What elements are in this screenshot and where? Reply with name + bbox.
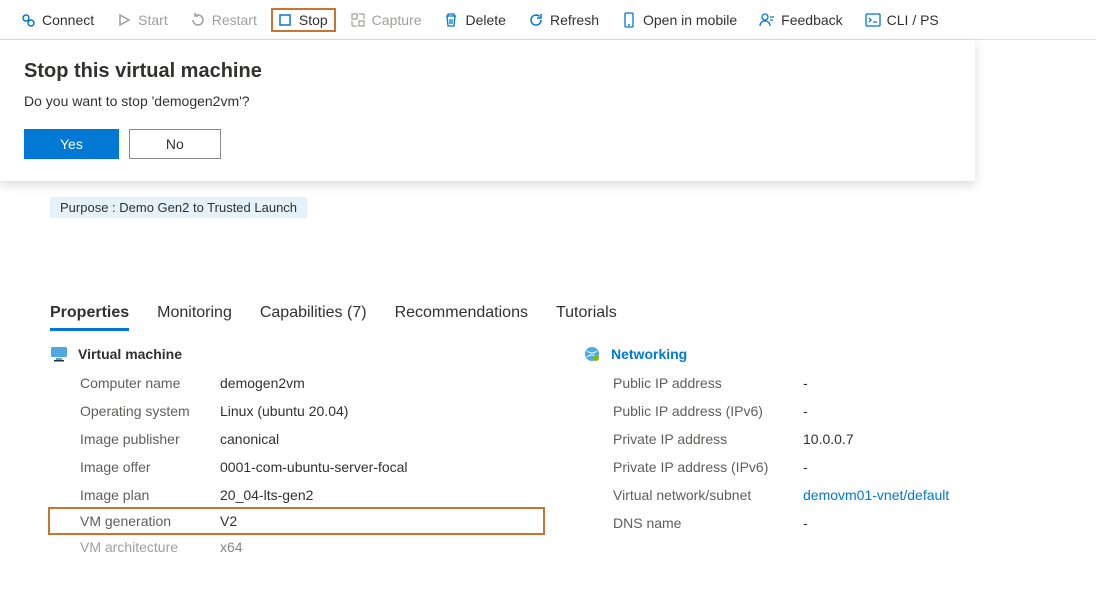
offer-key: Image offer bbox=[50, 459, 220, 475]
globe-icon bbox=[583, 345, 601, 363]
connect-button[interactable]: Connect bbox=[12, 8, 102, 32]
row-public-ip6: Public IP address (IPv6) - bbox=[583, 397, 1076, 425]
tab-properties[interactable]: Properties bbox=[50, 298, 129, 331]
capture-icon bbox=[350, 12, 366, 28]
tab-capabilities[interactable]: Capabilities (7) bbox=[260, 298, 367, 331]
row-operating-system: Operating system Linux (ubuntu 20.04) bbox=[50, 397, 543, 425]
cli-label: CLI / PS bbox=[887, 12, 939, 28]
private-ip6-key: Private IP address (IPv6) bbox=[583, 459, 803, 475]
start-button[interactable]: Start bbox=[108, 8, 176, 32]
architecture-key: VM architecture bbox=[50, 539, 220, 555]
no-button[interactable]: No bbox=[129, 129, 221, 159]
dialog-buttons: Yes No bbox=[24, 129, 951, 159]
row-image-plan: Image plan 20_04-lts-gen2 bbox=[50, 481, 543, 509]
open-mobile-label: Open in mobile bbox=[643, 12, 737, 28]
monitor-icon bbox=[50, 345, 68, 363]
mobile-icon bbox=[621, 12, 637, 28]
dialog-message: Do you want to stop 'demogen2vm'? bbox=[24, 93, 951, 109]
publisher-key: Image publisher bbox=[50, 431, 220, 447]
generation-key: VM generation bbox=[50, 513, 220, 529]
start-label: Start bbox=[138, 12, 168, 28]
public-ip-key: Public IP address bbox=[583, 375, 803, 391]
tags-row: Purpose : Demo Gen2 to Trusted Launch bbox=[50, 197, 307, 218]
vm-column: Virtual machine Computer name demogen2vm… bbox=[50, 345, 543, 561]
row-vm-architecture: VM architecture x64 bbox=[50, 533, 543, 561]
row-public-ip: Public IP address - bbox=[583, 369, 1076, 397]
stop-button[interactable]: Stop bbox=[271, 8, 336, 32]
feedback-icon bbox=[759, 12, 775, 28]
cli-button[interactable]: CLI / PS bbox=[857, 8, 947, 32]
dialog-title: Stop this virtual machine bbox=[24, 60, 951, 83]
feedback-button[interactable]: Feedback bbox=[751, 8, 850, 32]
refresh-label: Refresh bbox=[550, 12, 599, 28]
vm-section-title: Virtual machine bbox=[78, 346, 182, 362]
computer-name-value: demogen2vm bbox=[220, 375, 305, 391]
row-image-offer: Image offer 0001-com-ubuntu-server-focal bbox=[50, 453, 543, 481]
private-ip-key: Private IP address bbox=[583, 431, 803, 447]
publisher-value: canonical bbox=[220, 431, 279, 447]
restart-button[interactable]: Restart bbox=[182, 8, 265, 32]
yes-button[interactable]: Yes bbox=[24, 129, 119, 159]
stop-icon bbox=[277, 12, 293, 28]
private-ip6-value: - bbox=[803, 459, 808, 475]
row-dns-name: DNS name - bbox=[583, 509, 1076, 537]
restart-label: Restart bbox=[212, 12, 257, 28]
tab-tutorials[interactable]: Tutorials bbox=[556, 298, 617, 331]
row-image-publisher: Image publisher canonical bbox=[50, 425, 543, 453]
tab-recommendations[interactable]: Recommendations bbox=[395, 298, 528, 331]
stop-label: Stop bbox=[299, 12, 328, 28]
properties-content: Virtual machine Computer name demogen2vm… bbox=[50, 345, 1076, 561]
public-ip6-key: Public IP address (IPv6) bbox=[583, 403, 803, 419]
public-ip6-value: - bbox=[803, 403, 808, 419]
computer-name-key: Computer name bbox=[50, 375, 220, 391]
feedback-label: Feedback bbox=[781, 12, 842, 28]
dns-value: - bbox=[803, 515, 808, 531]
connect-icon bbox=[20, 12, 36, 28]
delete-label: Delete bbox=[465, 12, 505, 28]
cli-icon bbox=[865, 12, 881, 28]
refresh-icon bbox=[528, 12, 544, 28]
os-value: Linux (ubuntu 20.04) bbox=[220, 403, 348, 419]
tabs-bar: Properties Monitoring Capabilities (7) R… bbox=[50, 298, 1076, 331]
plan-value: 20_04-lts-gen2 bbox=[220, 487, 313, 503]
stop-confirm-dialog: Stop this virtual machine Do you want to… bbox=[0, 40, 975, 181]
play-icon bbox=[116, 12, 132, 28]
command-bar: Connect Start Restart Stop Capture Delet… bbox=[0, 0, 1096, 40]
plan-key: Image plan bbox=[50, 487, 220, 503]
dns-key: DNS name bbox=[583, 515, 803, 531]
architecture-value: x64 bbox=[220, 539, 243, 555]
offer-value: 0001-com-ubuntu-server-focal bbox=[220, 459, 408, 475]
delete-button[interactable]: Delete bbox=[435, 8, 513, 32]
trash-icon bbox=[443, 12, 459, 28]
os-key: Operating system bbox=[50, 403, 220, 419]
row-vm-generation: VM generation V2 bbox=[50, 509, 543, 533]
vnet-value[interactable]: demovm01-vnet/default bbox=[803, 487, 949, 503]
networking-section-header: Networking bbox=[583, 345, 1076, 363]
capture-label: Capture bbox=[372, 12, 422, 28]
private-ip-value: 10.0.0.7 bbox=[803, 431, 854, 447]
generation-value: V2 bbox=[220, 513, 237, 529]
capture-button[interactable]: Capture bbox=[342, 8, 430, 32]
restart-icon bbox=[190, 12, 206, 28]
row-computer-name: Computer name demogen2vm bbox=[50, 369, 543, 397]
networking-column: Networking Public IP address - Public IP… bbox=[583, 345, 1076, 561]
open-mobile-button[interactable]: Open in mobile bbox=[613, 8, 745, 32]
purpose-tag[interactable]: Purpose : Demo Gen2 to Trusted Launch bbox=[50, 197, 307, 218]
row-private-ip6: Private IP address (IPv6) - bbox=[583, 453, 1076, 481]
row-vnet-subnet: Virtual network/subnet demovm01-vnet/def… bbox=[583, 481, 1076, 509]
tab-monitoring[interactable]: Monitoring bbox=[157, 298, 232, 331]
vnet-key: Virtual network/subnet bbox=[583, 487, 803, 503]
refresh-button[interactable]: Refresh bbox=[520, 8, 607, 32]
vm-section-header: Virtual machine bbox=[50, 345, 543, 363]
connect-label: Connect bbox=[42, 12, 94, 28]
public-ip-value: - bbox=[803, 375, 808, 391]
networking-section-title: Networking bbox=[611, 346, 687, 362]
row-private-ip: Private IP address 10.0.0.7 bbox=[583, 425, 1076, 453]
